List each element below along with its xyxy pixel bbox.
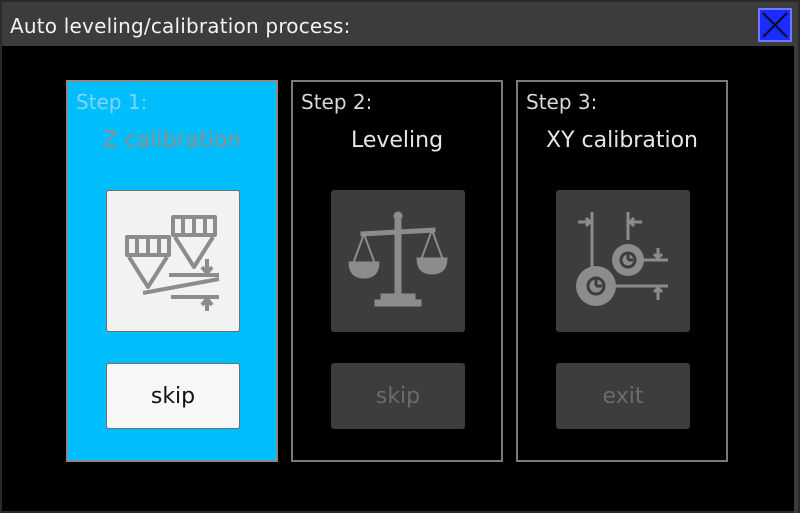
step-3-label: Step 3: (526, 90, 598, 114)
z-calibration-tile[interactable] (106, 190, 240, 332)
step-2-label: Step 2: (301, 90, 373, 114)
step-3-panel[interactable]: Step 3: XY calibration exit (516, 80, 728, 462)
step-1-label: Step 1: (76, 90, 148, 114)
balance-scale-icon (348, 211, 448, 307)
step-2-panel[interactable]: Step 2: Leveling skip (291, 80, 503, 462)
window-edge (794, 46, 798, 513)
step-1-panel[interactable]: Step 1: Z calibration skip (66, 80, 278, 462)
dialog-title: Auto leveling/calibration process: (10, 14, 351, 38)
step-3-name: XY calibration (546, 128, 698, 153)
close-icon (762, 12, 788, 38)
step-2-skip-button[interactable]: skip (331, 363, 465, 429)
xy-calibration-icon (576, 212, 668, 306)
leveling-tile[interactable] (331, 190, 465, 332)
step-1-skip-button[interactable]: skip (106, 363, 240, 429)
z-calibration-icon (125, 215, 220, 311)
step-1-name: Z calibration (102, 128, 242, 153)
title-bar: Auto leveling/calibration process: (2, 2, 798, 46)
calibration-dialog: Auto leveling/calibration process: Step … (0, 0, 800, 513)
step-2-name: Leveling (350, 128, 444, 153)
close-button[interactable] (758, 8, 792, 42)
xy-calibration-tile[interactable] (556, 190, 690, 332)
step-3-exit-button[interactable]: exit (556, 363, 690, 429)
